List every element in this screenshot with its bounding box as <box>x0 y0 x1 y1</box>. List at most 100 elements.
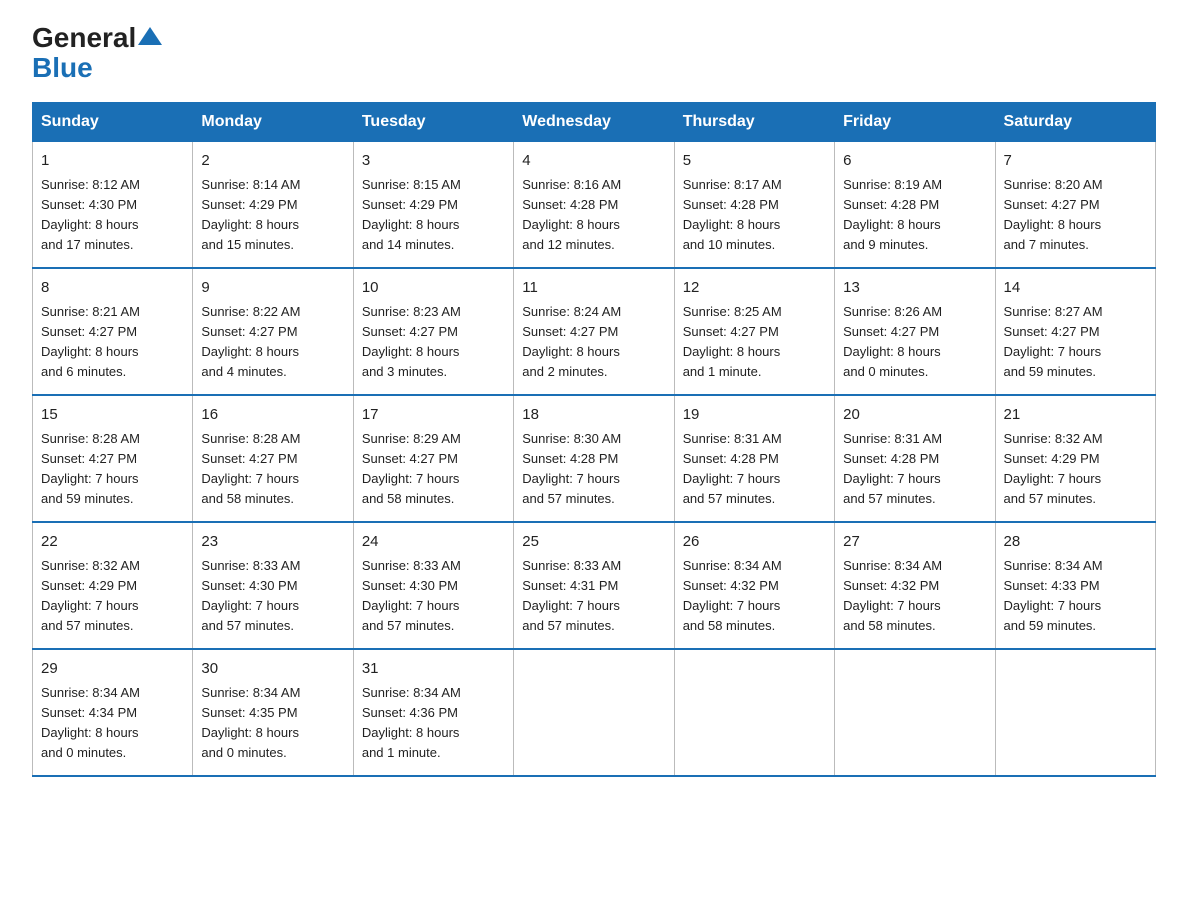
day-number: 29 <box>41 658 184 681</box>
day-cell-12: 12 Sunrise: 8:25 AMSunset: 4:27 PMDaylig… <box>674 268 834 395</box>
day-info: Sunrise: 8:33 AMSunset: 4:31 PMDaylight:… <box>522 556 665 637</box>
day-info: Sunrise: 8:14 AMSunset: 4:29 PMDaylight:… <box>201 175 344 256</box>
day-info: Sunrise: 8:26 AMSunset: 4:27 PMDaylight:… <box>843 302 986 383</box>
calendar-table: SundayMondayTuesdayWednesdayThursdayFrid… <box>32 102 1156 777</box>
empty-cell-w4-d6 <box>995 649 1155 776</box>
day-number: 28 <box>1004 531 1147 554</box>
day-cell-20: 20 Sunrise: 8:31 AMSunset: 4:28 PMDaylig… <box>835 395 995 522</box>
day-number: 23 <box>201 531 344 554</box>
day-cell-9: 9 Sunrise: 8:22 AMSunset: 4:27 PMDayligh… <box>193 268 353 395</box>
week-row-1: 1 Sunrise: 8:12 AMSunset: 4:30 PMDayligh… <box>33 142 1156 269</box>
day-number: 27 <box>843 531 986 554</box>
day-number: 18 <box>522 404 665 427</box>
week-row-3: 15 Sunrise: 8:28 AMSunset: 4:27 PMDaylig… <box>33 395 1156 522</box>
day-cell-19: 19 Sunrise: 8:31 AMSunset: 4:28 PMDaylig… <box>674 395 834 522</box>
day-info: Sunrise: 8:28 AMSunset: 4:27 PMDaylight:… <box>41 429 184 510</box>
empty-cell-w4-d3 <box>514 649 674 776</box>
day-info: Sunrise: 8:27 AMSunset: 4:27 PMDaylight:… <box>1004 302 1147 383</box>
day-info: Sunrise: 8:32 AMSunset: 4:29 PMDaylight:… <box>1004 429 1147 510</box>
header-saturday: Saturday <box>995 103 1155 142</box>
day-cell-22: 22 Sunrise: 8:32 AMSunset: 4:29 PMDaylig… <box>33 522 193 649</box>
day-info: Sunrise: 8:34 AMSunset: 4:35 PMDaylight:… <box>201 683 344 764</box>
day-cell-26: 26 Sunrise: 8:34 AMSunset: 4:32 PMDaylig… <box>674 522 834 649</box>
day-info: Sunrise: 8:16 AMSunset: 4:28 PMDaylight:… <box>522 175 665 256</box>
day-info: Sunrise: 8:33 AMSunset: 4:30 PMDaylight:… <box>201 556 344 637</box>
day-number: 11 <box>522 277 665 300</box>
day-number: 2 <box>201 150 344 173</box>
day-info: Sunrise: 8:34 AMSunset: 4:32 PMDaylight:… <box>843 556 986 637</box>
day-info: Sunrise: 8:19 AMSunset: 4:28 PMDaylight:… <box>843 175 986 256</box>
day-cell-28: 28 Sunrise: 8:34 AMSunset: 4:33 PMDaylig… <box>995 522 1155 649</box>
logo-blue-text: Blue <box>32 52 93 84</box>
day-number: 19 <box>683 404 826 427</box>
page-header: General Blue <box>32 24 1156 84</box>
day-number: 1 <box>41 150 184 173</box>
day-cell-24: 24 Sunrise: 8:33 AMSunset: 4:30 PMDaylig… <box>353 522 513 649</box>
day-number: 13 <box>843 277 986 300</box>
day-cell-4: 4 Sunrise: 8:16 AMSunset: 4:28 PMDayligh… <box>514 142 674 269</box>
day-info: Sunrise: 8:15 AMSunset: 4:29 PMDaylight:… <box>362 175 505 256</box>
day-info: Sunrise: 8:23 AMSunset: 4:27 PMDaylight:… <box>362 302 505 383</box>
day-cell-14: 14 Sunrise: 8:27 AMSunset: 4:27 PMDaylig… <box>995 268 1155 395</box>
day-cell-30: 30 Sunrise: 8:34 AMSunset: 4:35 PMDaylig… <box>193 649 353 776</box>
day-number: 4 <box>522 150 665 173</box>
day-cell-21: 21 Sunrise: 8:32 AMSunset: 4:29 PMDaylig… <box>995 395 1155 522</box>
day-cell-25: 25 Sunrise: 8:33 AMSunset: 4:31 PMDaylig… <box>514 522 674 649</box>
day-number: 31 <box>362 658 505 681</box>
day-info: Sunrise: 8:24 AMSunset: 4:27 PMDaylight:… <box>522 302 665 383</box>
day-info: Sunrise: 8:22 AMSunset: 4:27 PMDaylight:… <box>201 302 344 383</box>
day-number: 7 <box>1004 150 1147 173</box>
day-number: 26 <box>683 531 826 554</box>
day-info: Sunrise: 8:25 AMSunset: 4:27 PMDaylight:… <box>683 302 826 383</box>
day-cell-7: 7 Sunrise: 8:20 AMSunset: 4:27 PMDayligh… <box>995 142 1155 269</box>
day-number: 17 <box>362 404 505 427</box>
day-info: Sunrise: 8:20 AMSunset: 4:27 PMDaylight:… <box>1004 175 1147 256</box>
day-cell-13: 13 Sunrise: 8:26 AMSunset: 4:27 PMDaylig… <box>835 268 995 395</box>
day-cell-3: 3 Sunrise: 8:15 AMSunset: 4:29 PMDayligh… <box>353 142 513 269</box>
calendar-header-row: SundayMondayTuesdayWednesdayThursdayFrid… <box>33 103 1156 142</box>
empty-cell-w4-d4 <box>674 649 834 776</box>
day-info: Sunrise: 8:31 AMSunset: 4:28 PMDaylight:… <box>683 429 826 510</box>
day-number: 3 <box>362 150 505 173</box>
day-cell-27: 27 Sunrise: 8:34 AMSunset: 4:32 PMDaylig… <box>835 522 995 649</box>
logo: General Blue <box>32 24 164 84</box>
day-cell-23: 23 Sunrise: 8:33 AMSunset: 4:30 PMDaylig… <box>193 522 353 649</box>
header-thursday: Thursday <box>674 103 834 142</box>
day-cell-29: 29 Sunrise: 8:34 AMSunset: 4:34 PMDaylig… <box>33 649 193 776</box>
day-number: 21 <box>1004 404 1147 427</box>
week-row-4: 22 Sunrise: 8:32 AMSunset: 4:29 PMDaylig… <box>33 522 1156 649</box>
day-number: 15 <box>41 404 184 427</box>
day-info: Sunrise: 8:12 AMSunset: 4:30 PMDaylight:… <box>41 175 184 256</box>
day-info: Sunrise: 8:21 AMSunset: 4:27 PMDaylight:… <box>41 302 184 383</box>
header-tuesday: Tuesday <box>353 103 513 142</box>
day-cell-6: 6 Sunrise: 8:19 AMSunset: 4:28 PMDayligh… <box>835 142 995 269</box>
day-cell-1: 1 Sunrise: 8:12 AMSunset: 4:30 PMDayligh… <box>33 142 193 269</box>
day-cell-18: 18 Sunrise: 8:30 AMSunset: 4:28 PMDaylig… <box>514 395 674 522</box>
day-cell-15: 15 Sunrise: 8:28 AMSunset: 4:27 PMDaylig… <box>33 395 193 522</box>
day-number: 14 <box>1004 277 1147 300</box>
day-number: 10 <box>362 277 505 300</box>
day-cell-11: 11 Sunrise: 8:24 AMSunset: 4:27 PMDaylig… <box>514 268 674 395</box>
day-number: 30 <box>201 658 344 681</box>
header-wednesday: Wednesday <box>514 103 674 142</box>
day-info: Sunrise: 8:33 AMSunset: 4:30 PMDaylight:… <box>362 556 505 637</box>
day-info: Sunrise: 8:29 AMSunset: 4:27 PMDaylight:… <box>362 429 505 510</box>
day-info: Sunrise: 8:28 AMSunset: 4:27 PMDaylight:… <box>201 429 344 510</box>
day-number: 16 <box>201 404 344 427</box>
day-number: 24 <box>362 531 505 554</box>
day-number: 22 <box>41 531 184 554</box>
day-cell-16: 16 Sunrise: 8:28 AMSunset: 4:27 PMDaylig… <box>193 395 353 522</box>
day-cell-17: 17 Sunrise: 8:29 AMSunset: 4:27 PMDaylig… <box>353 395 513 522</box>
week-row-5: 29 Sunrise: 8:34 AMSunset: 4:34 PMDaylig… <box>33 649 1156 776</box>
day-info: Sunrise: 8:34 AMSunset: 4:34 PMDaylight:… <box>41 683 184 764</box>
day-number: 25 <box>522 531 665 554</box>
day-cell-10: 10 Sunrise: 8:23 AMSunset: 4:27 PMDaylig… <box>353 268 513 395</box>
day-info: Sunrise: 8:34 AMSunset: 4:36 PMDaylight:… <box>362 683 505 764</box>
day-info: Sunrise: 8:34 AMSunset: 4:33 PMDaylight:… <box>1004 556 1147 637</box>
day-info: Sunrise: 8:30 AMSunset: 4:28 PMDaylight:… <box>522 429 665 510</box>
day-number: 5 <box>683 150 826 173</box>
day-info: Sunrise: 8:31 AMSunset: 4:28 PMDaylight:… <box>843 429 986 510</box>
day-number: 6 <box>843 150 986 173</box>
header-monday: Monday <box>193 103 353 142</box>
day-number: 12 <box>683 277 826 300</box>
